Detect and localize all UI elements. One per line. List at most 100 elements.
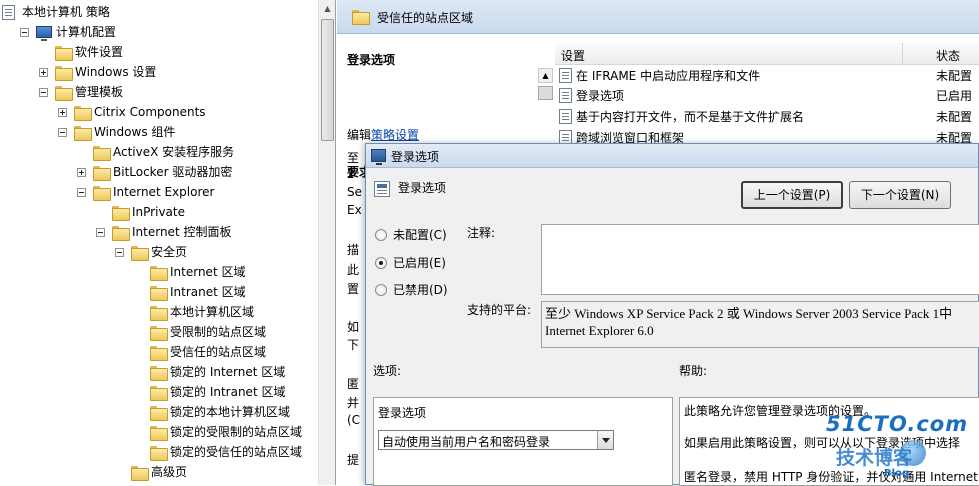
tree-item[interactable]: InPrivate: [0, 202, 318, 222]
collapse-icon[interactable]: [20, 28, 29, 37]
help-text: 匿名登录，禁用 HTTP 身份验证，并仅对通用 Internet 文: [684, 470, 979, 484]
platform-line: Internet Explorer 6.0: [545, 323, 654, 338]
settings-row[interactable]: 登录选项 已启用: [555, 86, 979, 106]
dialog-titlebar[interactable]: 登录选项: [366, 144, 978, 168]
expand-icon[interactable]: [77, 168, 86, 177]
tree-item[interactable]: Internet Explorer: [0, 182, 318, 202]
tree-item-label: Internet Explorer: [113, 185, 215, 199]
folder-icon: [74, 126, 92, 141]
folder-icon: [150, 366, 168, 381]
collapse-icon[interactable]: [77, 188, 86, 197]
logon-option-value: 自动使用当前用户名和密码登录: [382, 435, 551, 449]
tree-item-label: 高级页: [151, 465, 188, 479]
settings-row[interactable]: 在 IFRAME 中启动应用程序和文件 未配置: [555, 66, 979, 86]
tree-scroll-thumb[interactable]: [321, 19, 334, 141]
tree-item[interactable]: 受信任的站点区域: [0, 342, 318, 362]
tree-item[interactable]: ActiveX 安装程序服务: [0, 142, 318, 162]
folder-icon: [93, 186, 111, 201]
tree-item-label: Windows 设置: [75, 65, 157, 79]
policy-setting-icon: [559, 109, 572, 124]
tree-item[interactable]: 计算机配置: [0, 22, 318, 42]
tree-item[interactable]: 本地计算机区域: [0, 302, 318, 322]
column-header-state[interactable]: 状态: [936, 47, 960, 64]
description-text: 下: [347, 338, 360, 352]
details-header-title: 受信任的站点区域: [377, 11, 474, 25]
tree-item[interactable]: 高级页: [0, 462, 318, 482]
tree-item-label: Internet 控制面板: [132, 225, 232, 239]
tree-item[interactable]: Internet 控制面板: [0, 222, 318, 242]
edit-prefix: 编辑: [347, 128, 372, 142]
folder-icon: [55, 86, 73, 101]
comment-textarea[interactable]: [541, 224, 979, 295]
collapse-icon[interactable]: [58, 128, 67, 137]
description-heading: 登录选项: [347, 53, 396, 67]
policy-setting-icon: [559, 68, 572, 83]
tree-item[interactable]: 锁定的受信任的站点区域: [0, 442, 318, 462]
description-text: 此: [347, 263, 360, 277]
tree-item[interactable]: 锁定的 Intranet 区域: [0, 382, 318, 402]
folder-icon: [55, 66, 73, 81]
folder-icon: [150, 426, 168, 441]
folder-icon: [150, 406, 168, 421]
list-scroll-thumb[interactable]: [538, 86, 553, 100]
tree-item[interactable]: 安全页: [0, 242, 318, 262]
logon-option-select[interactable]: 自动使用当前用户名和密码登录: [378, 430, 614, 450]
folder-icon: [55, 46, 73, 61]
chevron-down-icon[interactable]: [597, 431, 613, 449]
tree-item-label: Windows 组件: [94, 125, 176, 139]
column-header-setting[interactable]: 设置: [561, 47, 585, 64]
expand-icon[interactable]: [39, 68, 48, 77]
comment-label: 注释:: [467, 226, 496, 240]
collapse-icon[interactable]: [115, 248, 124, 257]
setting-name: 在 IFRAME 中启动应用程序和文件: [576, 69, 761, 83]
column-divider[interactable]: [902, 43, 903, 65]
description-text: 如: [347, 320, 360, 334]
options-panel: 登录选项 自动使用当前用户名和密码登录: [373, 397, 673, 486]
previous-setting-button[interactable]: 上一个设置(P): [741, 181, 843, 209]
settings-row[interactable]: 基于内容打开文件，而不是基于文件扩展名 未配置: [555, 107, 979, 127]
tree-item[interactable]: 锁定的 Internet 区域: [0, 362, 318, 382]
folder-icon: [112, 226, 130, 241]
tree-item[interactable]: Intranet 区域: [0, 282, 318, 302]
collapse-icon[interactable]: [96, 228, 105, 237]
tree-item[interactable]: 受限制的站点区域: [0, 322, 318, 342]
computer-icon: [36, 26, 52, 41]
folder-icon: [112, 206, 130, 221]
tree-item[interactable]: BitLocker 驱动器加密: [0, 162, 318, 182]
tree-item-label: 软件设置: [75, 45, 124, 59]
tree-item[interactable]: Windows 组件: [0, 122, 318, 142]
dialog-title: 登录选项: [391, 150, 440, 164]
radio-button[interactable]: [375, 229, 387, 241]
description-text: 置: [347, 282, 360, 296]
options-label: 选项:: [373, 364, 402, 378]
scroll-up-arrow-icon[interactable]: ▲: [538, 68, 553, 83]
edit-policy-link[interactable]: 策略设置: [371, 128, 419, 142]
radio-button[interactable]: [375, 284, 387, 296]
folder-icon: [74, 106, 92, 121]
tree-item[interactable]: Internet 区域: [0, 262, 318, 282]
description-text: Se: [347, 185, 362, 199]
description-text: 描: [347, 243, 360, 257]
collapse-icon[interactable]: [39, 88, 48, 97]
tree-vertical-scrollbar[interactable]: ▲: [318, 0, 335, 485]
policy-document-icon: [2, 5, 15, 20]
tree-item[interactable]: 锁定的受限制的站点区域: [0, 422, 318, 442]
tree-item-label: ActiveX 安装程序服务: [113, 145, 235, 159]
tree-item[interactable]: 本地计算机 策略: [0, 2, 318, 22]
details-header: 受信任的站点区域: [337, 0, 979, 34]
folder-icon: [93, 146, 111, 161]
tree-item-label: 锁定的 Intranet 区域: [170, 385, 286, 399]
folder-icon: [352, 10, 370, 25]
tree-item[interactable]: 锁定的本地计算机区域: [0, 402, 318, 422]
radio-label: 已禁用(D): [393, 283, 448, 297]
scroll-up-arrow-icon[interactable]: ▲: [319, 0, 335, 17]
expand-icon[interactable]: [58, 108, 67, 117]
tree-item[interactable]: Windows 设置: [0, 62, 318, 82]
tree-item[interactable]: Citrix Components: [0, 102, 318, 122]
tree-item-label: 管理模板: [75, 85, 124, 99]
tree-item[interactable]: 软件设置: [0, 42, 318, 62]
tree-item[interactable]: 管理模板: [0, 82, 318, 102]
next-setting-button[interactable]: 下一个设置(N): [849, 181, 951, 209]
tree-item-label: Intranet 区域: [170, 285, 246, 299]
radio-button-checked[interactable]: [375, 257, 387, 269]
